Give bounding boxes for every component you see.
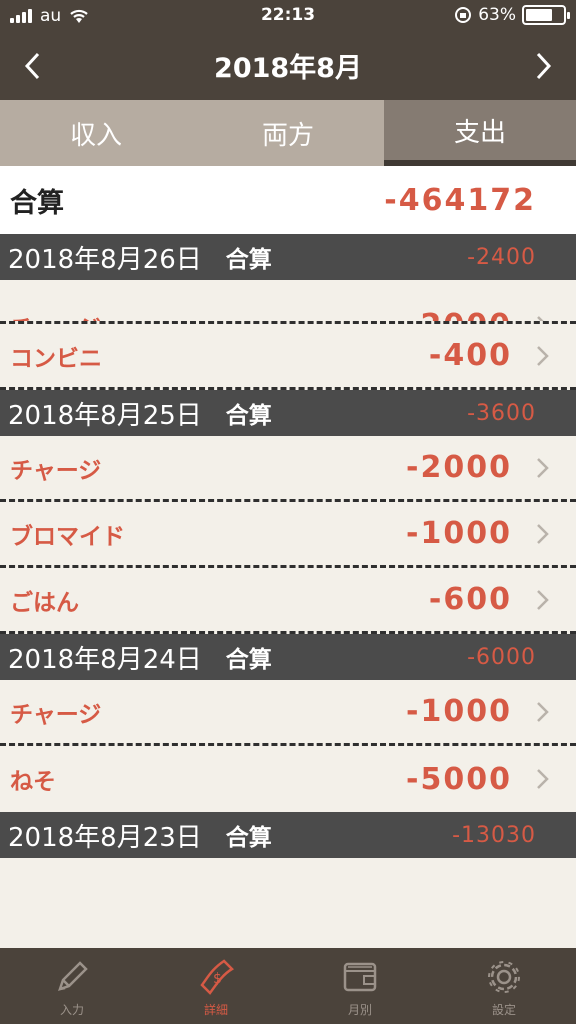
total-label: 合算 — [10, 187, 64, 219]
money-icon: $ — [200, 958, 235, 995]
month-total: 合算 -464172 — [0, 166, 576, 234]
item-name: ブロマイド — [10, 523, 125, 550]
item-name: ごはん — [10, 589, 79, 616]
chevron-right-icon — [537, 523, 549, 544]
item-name: コンビニ — [10, 345, 102, 372]
next-month-button[interactable] — [524, 46, 564, 86]
bottom-tab-bar: 入力 $ 詳細 月別 設定 — [0, 948, 576, 1024]
item-amount: -5000 — [406, 761, 512, 797]
item-amount: -1000 — [406, 694, 512, 729]
tab-income[interactable]: 収入 — [0, 100, 192, 166]
day-header: 2018年8月23日 合算 -13030 — [0, 812, 576, 858]
item-amount: -400 — [428, 338, 512, 373]
gear-icon — [488, 960, 520, 993]
tab-detail-label: 詳細 — [203, 1002, 228, 1017]
transaction-list[interactable]: 2018年8月26日 合算 -2400 チャージ -2000 コンビニ -400… — [0, 234, 576, 948]
tab-both[interactable]: 両方 — [192, 100, 384, 166]
total-value: -464172 — [384, 182, 536, 218]
day-sum-label: 合算 — [225, 247, 272, 273]
list-item[interactable]: チャージ -2000 — [0, 436, 576, 502]
day-date: 2018年8月25日 — [8, 400, 202, 431]
item-amount: -1000 — [406, 516, 512, 551]
list-item[interactable]: チャージ -2000 — [0, 280, 576, 324]
day-sum-label: 合算 — [225, 403, 272, 429]
day-header: 2018年8月25日 合算 -3600 — [0, 390, 576, 436]
chevron-right-icon — [537, 769, 549, 789]
chevron-right-icon — [537, 315, 545, 321]
day-header: 2018年8月24日 合算 -6000 — [0, 634, 576, 680]
list-item[interactable]: ブロマイド -1000 — [0, 502, 576, 568]
day-sum-value: -3600 — [467, 400, 536, 426]
day-date: 2018年8月23日 — [8, 822, 202, 853]
day-sum-label: 合算 — [225, 825, 272, 851]
tab-settings-label: 設定 — [491, 1002, 516, 1017]
item-name: ねそ — [10, 769, 56, 795]
rotation-lock-icon — [455, 7, 472, 23]
tab-expense[interactable]: 支出 — [384, 100, 576, 166]
item-amount: -2000 — [406, 450, 512, 485]
chevron-right-icon — [536, 52, 552, 80]
list-item[interactable]: コンビニ -400 — [0, 324, 576, 390]
chevron-right-icon — [537, 589, 549, 610]
tab-input[interactable]: 入力 — [0, 948, 144, 1024]
tab-monthly[interactable]: 月別 — [288, 948, 432, 1024]
battery-percent: 63% — [478, 5, 516, 25]
type-tabs: 収入 両方 支出 — [0, 100, 576, 166]
day-date: 2018年8月26日 — [8, 244, 202, 275]
chevron-right-icon — [537, 701, 549, 722]
list-item[interactable]: ねそ -5000 — [0, 746, 576, 812]
chevron-right-icon — [537, 345, 549, 366]
wallet-icon — [343, 962, 377, 991]
item-name: チャージ — [10, 309, 101, 322]
list-item[interactable]: チャージ -1000 — [0, 680, 576, 746]
month-nav: 2018年8月 — [0, 32, 576, 100]
item-name: チャージ — [10, 701, 102, 728]
tab-detail[interactable]: $ 詳細 — [144, 948, 288, 1024]
battery-icon — [522, 5, 570, 25]
item-amount: -600 — [428, 582, 512, 617]
day-header: 2018年8月26日 合算 -2400 — [0, 234, 576, 280]
day-sum-value: -2400 — [467, 244, 536, 270]
top-bar: au 22:13 63% 2018年8月 — [0, 0, 576, 100]
pencil-icon — [58, 960, 88, 991]
tab-settings[interactable]: 設定 — [432, 948, 576, 1024]
day-sum-label: 合算 — [225, 647, 272, 673]
day-sum-value: -6000 — [467, 644, 536, 670]
day-date: 2018年8月24日 — [8, 644, 202, 675]
status-bar: au 22:13 63% — [0, 0, 576, 32]
list-item[interactable]: ごはん -600 — [0, 568, 576, 634]
item-amount: -2000 — [406, 308, 512, 321]
tab-monthly-label: 月別 — [347, 1002, 372, 1017]
page-title: 2018年8月 — [214, 53, 362, 84]
svg-text:$: $ — [213, 971, 222, 987]
tab-input-label: 入力 — [59, 1002, 84, 1017]
day-sum-value: -13030 — [452, 822, 536, 848]
chevron-right-icon — [537, 457, 549, 478]
item-name: チャージ — [10, 457, 102, 484]
